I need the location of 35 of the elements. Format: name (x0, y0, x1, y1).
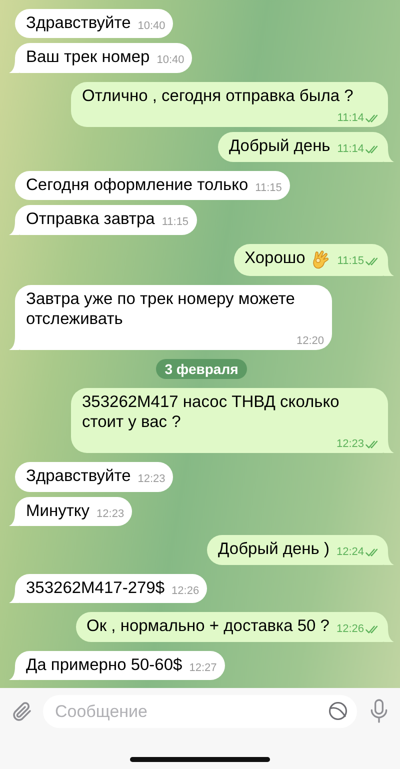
message-time: 11:15 (255, 182, 282, 194)
message-text: Ваш трек номер (26, 48, 150, 68)
message-text: Минутку (26, 502, 90, 521)
message-text: Здравствуйте (26, 467, 131, 486)
sticker-icon[interactable] (327, 700, 349, 722)
message-time: 11:14 (337, 143, 364, 156)
message-text: Добрый день ) (218, 540, 330, 560)
message-time: 12:26 (172, 584, 200, 598)
message-time: 10:40 (138, 20, 166, 32)
paperclip-icon[interactable] (10, 700, 34, 724)
message-time: 12:23 (336, 438, 364, 451)
message-text: 353262M417-279$ (26, 578, 165, 598)
message-text: Добрый день (228, 137, 330, 156)
message-text: Да примерно 50-60$ (26, 656, 182, 675)
message-text: Завтра уже по трек номеру можете отслеживать (26, 290, 296, 329)
message-time: 12:26 (336, 623, 364, 636)
message-time: 10:40 (156, 54, 184, 67)
message-text: Отлично , сегодня отправка была ? (82, 86, 354, 106)
date-badge: 3 февраля (156, 359, 248, 379)
message-time: 12:24 (336, 546, 364, 559)
microphone-icon[interactable] (368, 697, 390, 725)
message-time: 12:23 (96, 508, 124, 520)
message-time: 12:27 (189, 662, 217, 674)
message-time: 12:23 (138, 473, 166, 486)
message-text: Здравствуйте (26, 14, 131, 33)
message-time: 12:20 (296, 335, 324, 348)
message-text: Сегодня оформление только (26, 176, 248, 195)
message-time: 11:15 (162, 216, 189, 229)
message-time: 11:14 (337, 112, 364, 125)
message-text: Отправка завтра (26, 210, 155, 230)
message-text: Ок , нормально + доставка 50 ? (86, 617, 330, 636)
message-time: 11:15 (337, 254, 364, 268)
message-input-field[interactable]: Сообщение (43, 695, 357, 728)
message-text: Хорошо (244, 248, 306, 268)
message-text: 353262M417 насос ТНВД сколько стоит у вас ? (82, 393, 340, 432)
